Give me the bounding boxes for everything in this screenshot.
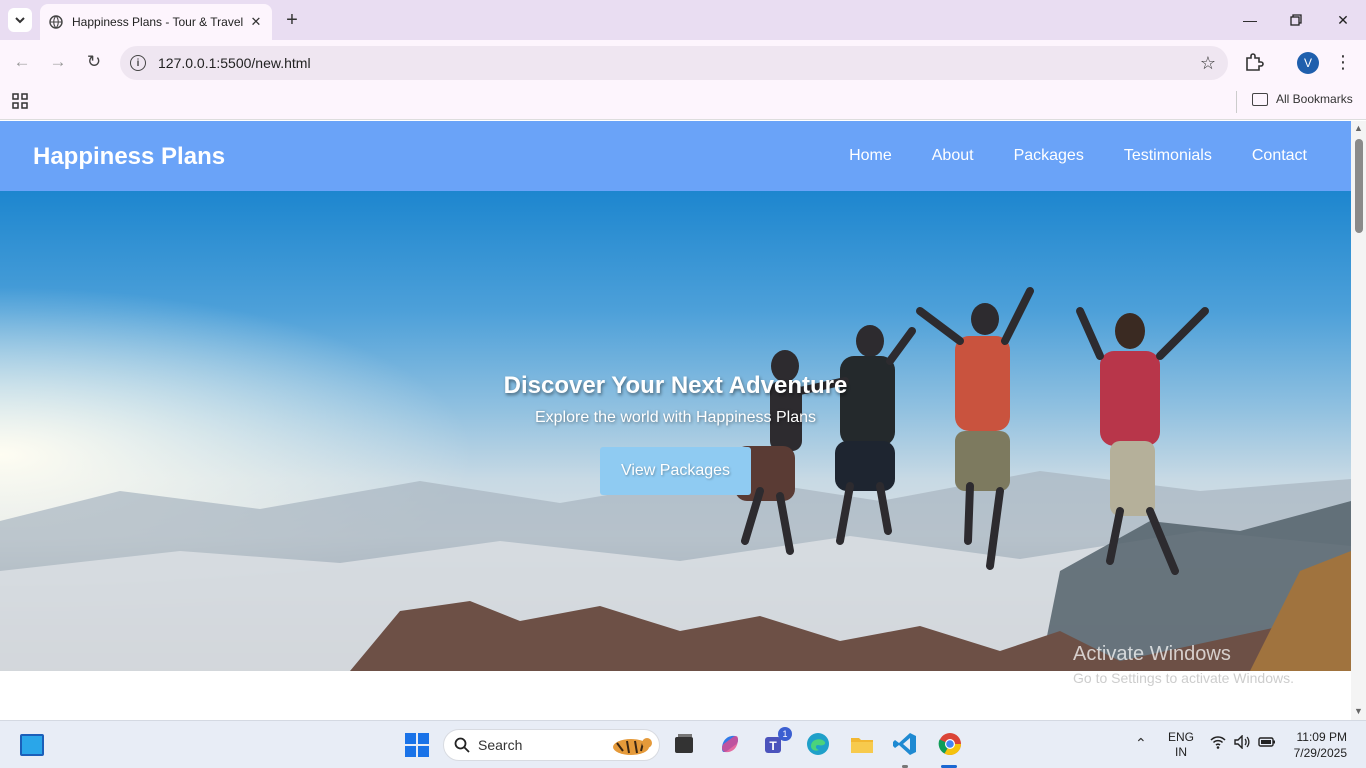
back-arrow-icon[interactable]: ← bbox=[10, 50, 34, 74]
lang-region: IN bbox=[1175, 745, 1187, 759]
search-icon bbox=[454, 737, 470, 753]
taskbar-clock[interactable]: 11:09 PM 7/29/2025 bbox=[1280, 729, 1347, 761]
input-language[interactable]: ENG IN bbox=[1168, 730, 1194, 760]
lang-code: ENG bbox=[1168, 730, 1195, 744]
scrollbar-thumb[interactable] bbox=[1355, 139, 1363, 233]
clock-time: 11:09 PM bbox=[1296, 730, 1347, 744]
address-bar[interactable]: i 127.0.0.1:5500/new.html ☆ bbox=[120, 46, 1228, 80]
system-tray-icons[interactable] bbox=[1210, 735, 1276, 749]
new-tab-button[interactable]: + bbox=[282, 9, 302, 31]
close-window-icon[interactable]: ✕ bbox=[1331, 8, 1355, 32]
scroll-up-icon[interactable]: ▲ bbox=[1354, 123, 1363, 133]
apps-grid-icon[interactable] bbox=[12, 93, 28, 109]
bookmark-star-icon[interactable]: ☆ bbox=[1200, 53, 1216, 74]
tab-title: Happiness Plans - Tour & Travel bbox=[72, 15, 244, 29]
page-scrollbar[interactable]: ▲ ▼ bbox=[1351, 121, 1366, 720]
copilot-icon[interactable] bbox=[717, 731, 743, 757]
minimize-icon[interactable]: — bbox=[1238, 8, 1262, 32]
url-text: 127.0.0.1:5500/new.html bbox=[158, 55, 311, 71]
reload-icon[interactable]: ↻ bbox=[82, 50, 106, 74]
activate-windows-watermark: Activate Windows Go to Settings to activ… bbox=[1073, 643, 1294, 686]
site-header: Happiness Plans Home About Packages Test… bbox=[0, 121, 1351, 191]
active-tab[interactable]: Happiness Plans - Tour & Travel ✕ bbox=[40, 4, 272, 40]
widgets-icon[interactable] bbox=[20, 734, 44, 756]
wifi-icon bbox=[1210, 736, 1226, 749]
bookmarks-bar: All Bookmarks bbox=[0, 84, 1366, 120]
profile-avatar[interactable]: V bbox=[1297, 52, 1319, 74]
browser-toolbar: ← → ↻ i 127.0.0.1:5500/new.html ☆ V ⋮ bbox=[0, 40, 1366, 84]
chrome-icon[interactable] bbox=[937, 731, 963, 757]
bookmarks-divider bbox=[1236, 91, 1237, 113]
site-info-icon[interactable]: i bbox=[130, 55, 146, 71]
volume-icon bbox=[1234, 735, 1250, 749]
view-packages-button[interactable]: View Packages bbox=[600, 447, 751, 495]
battery-icon bbox=[1258, 737, 1275, 747]
search-placeholder: Search bbox=[478, 737, 523, 753]
svg-text:T: T bbox=[769, 739, 777, 753]
vscode-icon[interactable] bbox=[892, 731, 918, 757]
hero-background-image bbox=[0, 191, 1351, 671]
site-logo[interactable]: Happiness Plans bbox=[33, 143, 225, 171]
extensions-puzzle-icon[interactable] bbox=[1243, 51, 1265, 73]
windows-start-icon[interactable] bbox=[405, 733, 429, 757]
chevron-down-icon bbox=[15, 16, 25, 23]
close-tab-icon[interactable]: ✕ bbox=[248, 14, 264, 30]
nav-testimonials[interactable]: Testimonials bbox=[1124, 147, 1212, 165]
taskbar-search-box[interactable]: Search bbox=[443, 729, 660, 761]
hero-title: Discover Your Next Adventure bbox=[503, 372, 848, 399]
forward-arrow-icon[interactable]: → bbox=[46, 50, 70, 74]
nav-about[interactable]: About bbox=[932, 147, 974, 165]
hero-subtitle: Explore the world with Happiness Plans bbox=[534, 409, 817, 426]
windows-taskbar: Search T 1 ⌃ ENG IN 11:09 PM 7/29/2025 bbox=[0, 720, 1366, 768]
teams-notification-badge: 1 bbox=[778, 727, 792, 741]
task-view-icon[interactable] bbox=[671, 731, 697, 757]
tiger-search-highlight-icon bbox=[613, 738, 652, 755]
folder-icon bbox=[1252, 92, 1268, 106]
nav-packages[interactable]: Packages bbox=[1014, 147, 1084, 165]
clock-date: 7/29/2025 bbox=[1293, 746, 1347, 760]
all-bookmarks-button[interactable]: All Bookmarks bbox=[1252, 92, 1353, 106]
page-viewport: Happiness Plans Home About Packages Test… bbox=[0, 121, 1351, 720]
nav-home[interactable]: Home bbox=[849, 147, 892, 165]
hero-section: Discover Your Next Adventure Explore the… bbox=[0, 191, 1351, 671]
watermark-line1: Activate Windows bbox=[1073, 643, 1231, 665]
file-explorer-icon[interactable] bbox=[849, 731, 875, 757]
site-nav: Home About Packages Testimonials Contact bbox=[849, 147, 1307, 165]
nav-contact[interactable]: Contact bbox=[1252, 147, 1307, 165]
scroll-down-icon[interactable]: ▼ bbox=[1354, 706, 1363, 716]
tab-search-button[interactable] bbox=[8, 8, 32, 32]
restore-icon[interactable] bbox=[1284, 8, 1308, 32]
edge-icon[interactable] bbox=[805, 731, 831, 757]
globe-icon bbox=[48, 14, 64, 30]
show-hidden-icons-chevron-icon[interactable]: ⌃ bbox=[1135, 735, 1147, 752]
all-bookmarks-label: All Bookmarks bbox=[1276, 92, 1353, 106]
more-menu-icon[interactable]: ⋮ bbox=[1333, 51, 1353, 73]
browser-tab-strip: Happiness Plans - Tour & Travel ✕ + — ✕ bbox=[0, 0, 1366, 40]
watermark-line2: Go to Settings to activate Windows. bbox=[1073, 670, 1294, 686]
